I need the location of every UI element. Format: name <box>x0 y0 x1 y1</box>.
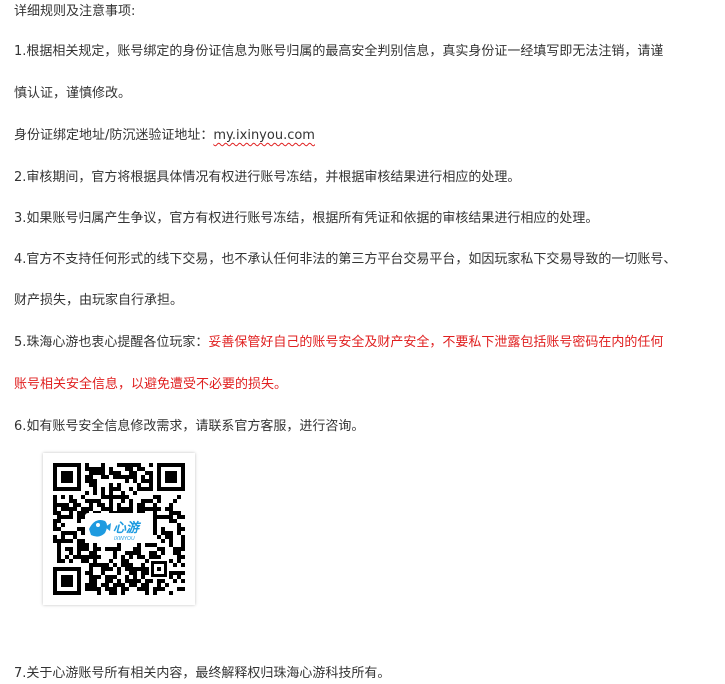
qr-finder-top-right <box>157 463 185 491</box>
rule-4-line-2: 财产损失，由玩家自行承担。 <box>14 293 184 308</box>
rule-5-warning-2: 账号相关安全信息，以避免遭受不必要的损失。 <box>14 377 288 392</box>
rule-5-prefix: 5.珠海心游也衷心提醒各位玩家： <box>14 335 209 350</box>
qr-logo: 心游 IXINYOU <box>85 513 153 543</box>
qr-finder-bottom-left <box>53 567 81 595</box>
rules-heading: 详细规则及注意事项: <box>14 4 136 19</box>
rule-3: 3.如果账号归属产生争议，官方有权进行账号冻结，根据所有凭证和依据的审核结果进行… <box>14 211 599 226</box>
rule-6: 6.如有账号安全信息修改需求，请联系官方客服，进行咨询。 <box>14 419 365 434</box>
qr-alignment <box>151 561 167 577</box>
id-binding-url: my.ixinyou.com <box>213 128 315 143</box>
qr-code: 心游 IXINYOU <box>43 453 195 605</box>
id-binding-line: 身份证绑定地址/防沉迷验证地址：my.ixinyou.com <box>14 126 315 146</box>
rule-2: 2.审核期间，官方将根据具体情况有权进行账号冻结，并根据审核结果进行相应的处理。 <box>14 170 521 185</box>
rule-5-line-1: 5.珠海心游也衷心提醒各位玩家：妥善保管好自己的账号安全及财产安全，不要私下泄露… <box>14 333 663 353</box>
id-binding-label: 身份证绑定地址/防沉迷验证地址： <box>14 128 214 143</box>
rule-7: 7.关于心游账号所有相关内容，最终解释权归珠海心游科技所有。 <box>14 666 391 681</box>
rule-1-line-2: 慎认证，谨慎修改。 <box>14 86 132 101</box>
qr-logo-text: 心游 <box>113 520 142 535</box>
rule-4-line-1: 4.官方不支持任何形式的线下交易，也不承认任何非法的第三方平台交易平台，如因玩家… <box>14 252 677 267</box>
rule-1-line-1: 1.根据相关规定，账号绑定的身份证信息为账号归属的最高安全判别信息，真实身份证一… <box>14 44 664 59</box>
qr-logo-subtext: IXINYOU <box>114 536 135 542</box>
rule-5-warning-1: 妥善保管好自己的账号安全及财产安全，不要私下泄露包括账号密码在内的任何 <box>208 335 664 350</box>
qr-finder-top-left <box>53 463 81 491</box>
qr-code-image: 心游 IXINYOU <box>53 463 185 595</box>
